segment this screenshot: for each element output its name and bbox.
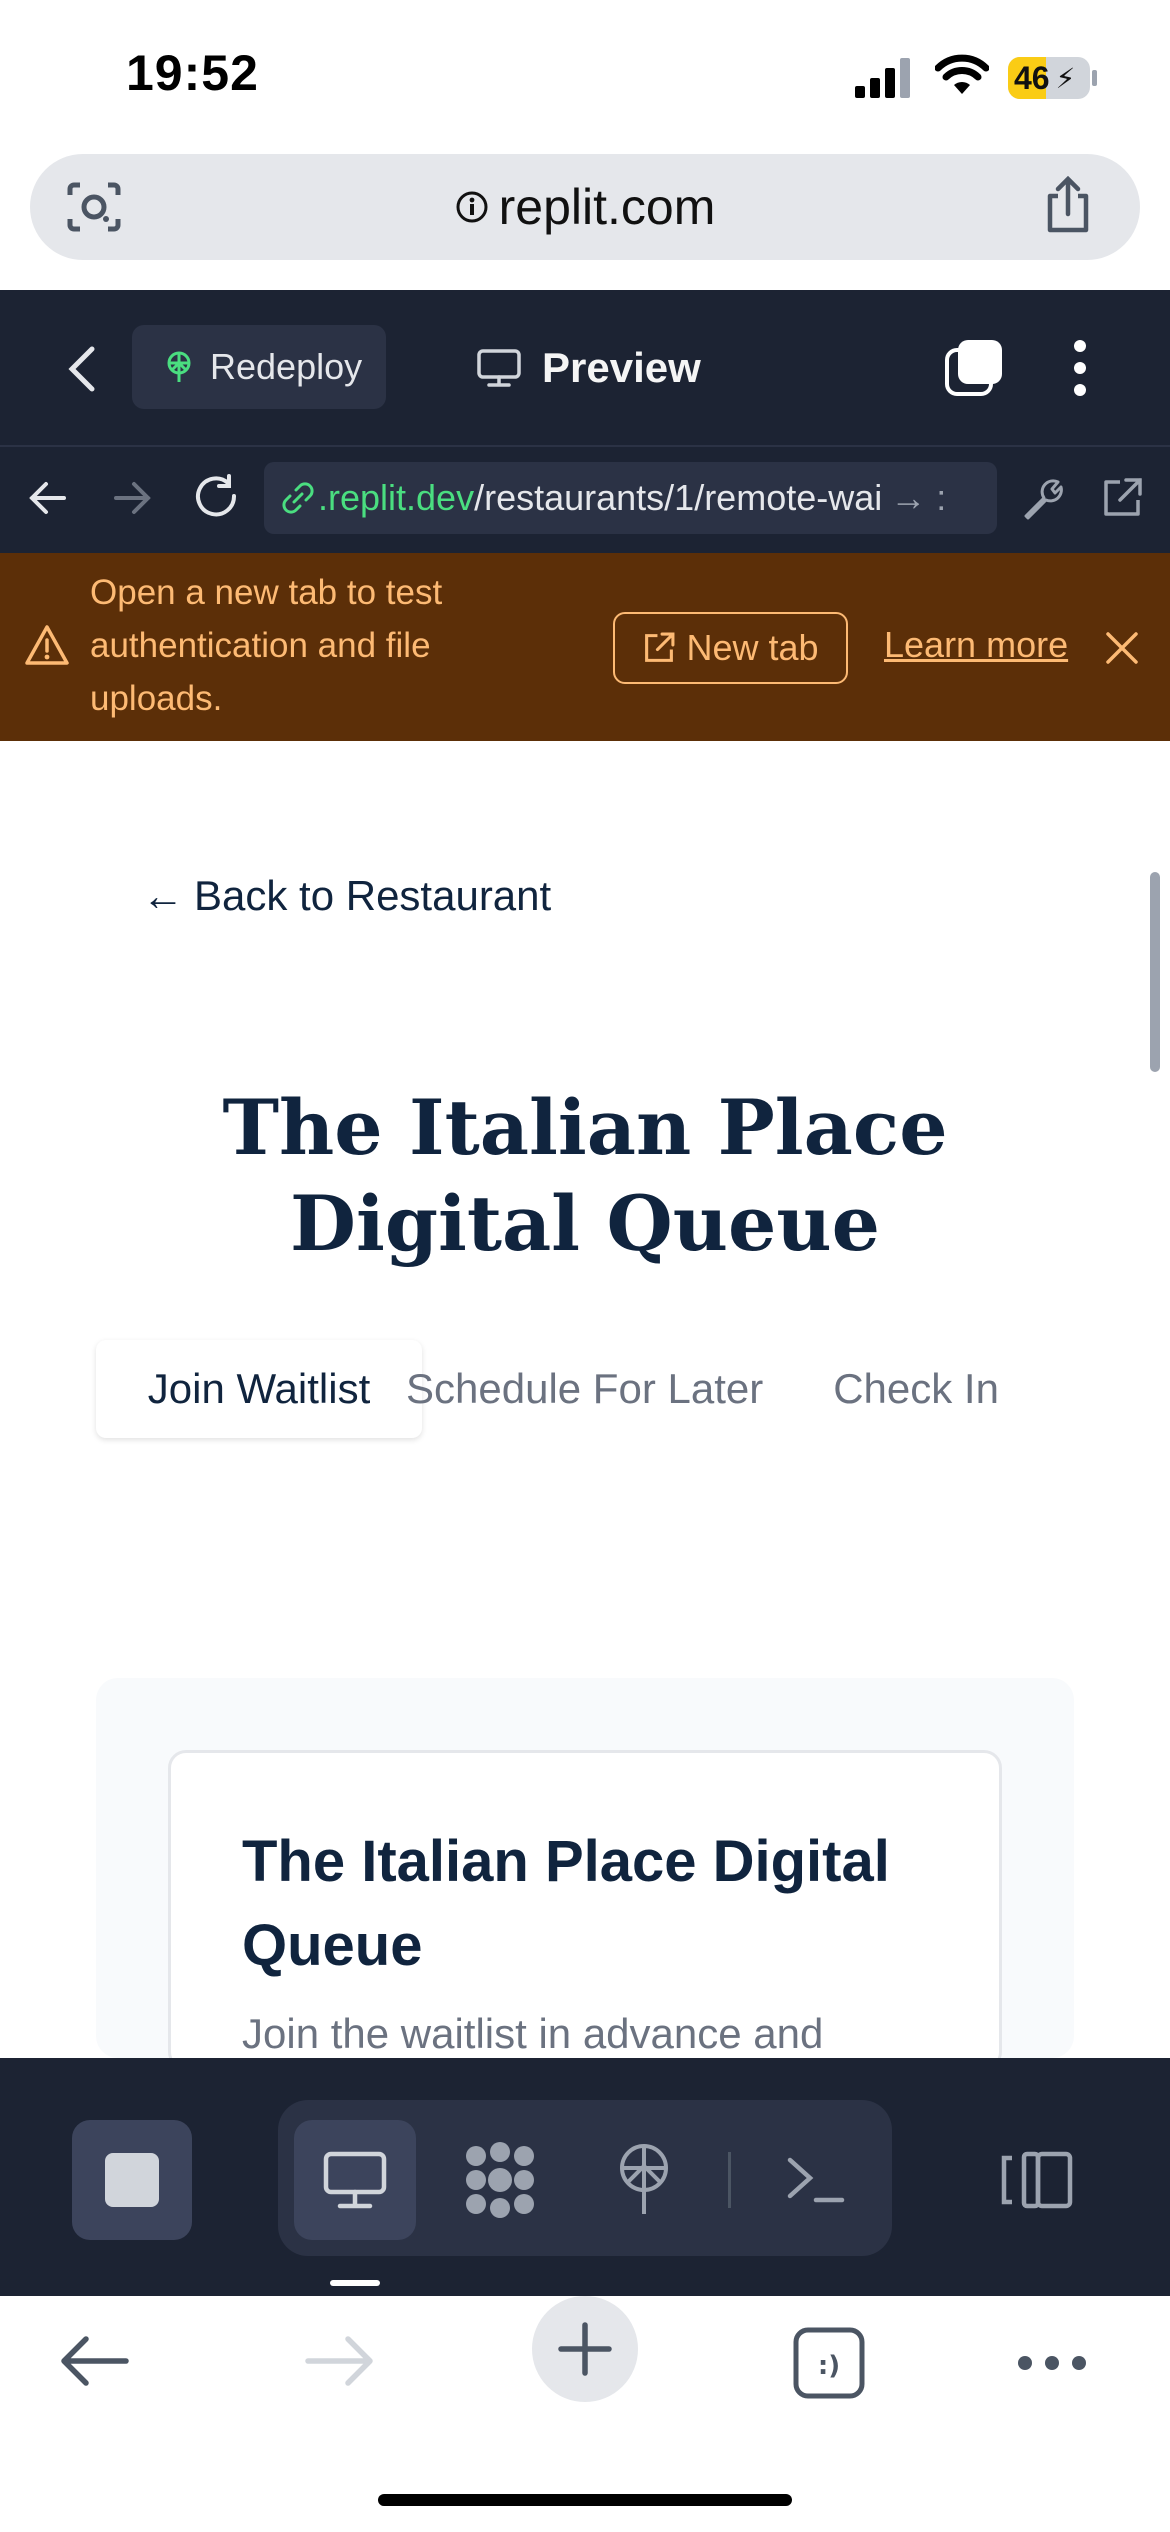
url-host: .replit.dev [318,477,475,518]
link-icon [282,482,314,514]
agent-icon[interactable] [462,2142,538,2218]
learn-more-link[interactable]: Learn more [884,624,1068,666]
info-icon [456,191,488,223]
arrow-left-icon[interactable] [58,2334,130,2388]
preview-label: Preview [542,344,701,391]
monitor-icon [477,349,521,387]
preview-url-field[interactable]: .replit.dev /restaurants/1/remote-wai → … [264,462,997,534]
arrow-right-icon[interactable] [112,480,152,516]
status-time: 19:52 [126,45,259,101]
charging-bolt-icon: ⚡ [1055,62,1076,94]
back-to-restaurant-link[interactable]: ← Back to Restaurant [142,872,551,920]
new-tab-button[interactable]: New tab [613,612,848,684]
wifi-icon [935,54,989,94]
scrollbar[interactable] [1150,872,1160,1072]
back-link-label: Back to Restaurant [194,872,552,919]
preview-tab[interactable]: Preview [476,330,701,406]
deploy-icon [167,351,191,382]
active-pane-indicator [330,2280,380,2286]
more-vertical-icon[interactable] [1070,338,1090,398]
reload-icon[interactable] [194,474,240,520]
url-display[interactable]: replit.com [30,154,1140,260]
battery-percent: 46 [1014,59,1050,96]
stop-icon [105,2153,159,2207]
tabs-switcher-icon[interactable] [944,338,1004,398]
new-tab-label: New tab [686,627,819,668]
tab-schedule-for-later[interactable]: Schedule For Later [406,1340,763,1438]
back-chevron-icon[interactable] [66,345,98,393]
url-tail: → : [890,477,947,518]
svg-text::): :) [818,2351,840,2381]
tab-check-in[interactable]: Check In [833,1340,999,1438]
layout-icon[interactable] [1000,2148,1074,2212]
new-tab-plus-button[interactable] [532,2296,638,2402]
share-icon[interactable] [1040,176,1096,236]
shell-icon[interactable] [786,2152,846,2208]
url-path: /restaurants/1/remote-wai [474,477,883,518]
redeploy-button[interactable]: Redeploy [132,325,386,409]
external-link-icon[interactable] [1100,476,1144,520]
url-text: replit.com [498,179,716,235]
warning-icon [25,625,69,665]
card-description: Join the waitlist in advance and [242,2010,824,2057]
arrow-left-icon[interactable] [28,480,68,516]
external-link-icon [645,632,675,662]
queue-tabs: Join Waitlist Schedule For Later Check I… [96,1340,999,1438]
card-title: The Italian Place Digital Queue [242,1829,890,1978]
stop-button[interactable] [72,2120,192,2240]
deployments-icon[interactable] [614,2142,674,2218]
close-icon[interactable] [1104,630,1140,666]
cellular-signal-icon [855,58,910,98]
arrow-right-icon[interactable] [304,2334,376,2388]
tab-join-waitlist[interactable]: Join Waitlist [96,1340,422,1438]
more-horizontal-icon[interactable] [1016,2354,1088,2372]
monitor-icon [323,2151,387,2209]
home-indicator [378,2494,792,2506]
wrench-icon[interactable] [1020,476,1066,522]
redeploy-label: Redeploy [210,346,363,387]
arrow-left-icon: ← [142,872,184,919]
battery-cap [1092,70,1097,86]
banner-message: Open a new tab to test authentication an… [90,573,443,718]
divider [728,2152,731,2208]
tabs-overview-icon[interactable]: :) [792,2326,866,2400]
safari-address-bar[interactable]: replit.com [30,154,1140,260]
battery-indicator: 46 ⚡ [1008,57,1090,99]
page-title: The Italian Place Digital Queue [222,1083,948,1268]
plus-icon [558,2322,612,2376]
